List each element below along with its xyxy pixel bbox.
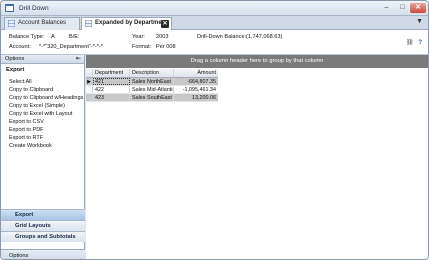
- grid-header: Department Description Amount: [86, 69, 218, 78]
- nav-grid-layouts[interactable]: Grid Layouts: [1, 220, 85, 231]
- tab-label: Expanded by Department: [95, 20, 168, 26]
- row-indicator-icon: ▶: [86, 78, 93, 85]
- tab-expanded-by-department[interactable]: Expanded by Department ✕: [81, 17, 172, 30]
- cell-department[interactable]: 421: [93, 78, 130, 85]
- option-copy-to-clipboard-headings[interactable]: Copy to Clipboard w/Headings: [9, 94, 84, 102]
- table-row[interactable]: 422 Sales Mid-Atlantic -1,095,461.34: [86, 86, 218, 94]
- drill-down-window: Drill Down – □ ✕ Account Balances Expand…: [0, 0, 429, 260]
- tab-menu-chevron-icon[interactable]: ▼: [416, 18, 423, 25]
- minimize-button[interactable]: –: [379, 3, 394, 13]
- window-title: Drill Down: [19, 5, 49, 12]
- pin-icon[interactable]: ⇤: [76, 55, 81, 64]
- grid-icon: [8, 20, 15, 27]
- options-panel: Options ⇤ Export Select All Copy to Clip…: [1, 55, 85, 259]
- format-label: Format:: [132, 44, 152, 50]
- option-export-csv[interactable]: Export to CSV: [9, 118, 84, 126]
- data-grid: Department Description Amount ▶ 421 Sale…: [86, 69, 218, 102]
- app-icon: [5, 4, 14, 12]
- option-create-workbook[interactable]: Create Workbook: [9, 142, 84, 150]
- options-header-label: Options: [5, 56, 25, 62]
- column-header-department[interactable]: Department: [93, 69, 130, 77]
- nav-export[interactable]: Export: [1, 209, 85, 220]
- drill-down-balance-value: (1,747,068.63): [246, 34, 283, 40]
- help-icon[interactable]: ?: [418, 40, 422, 46]
- account-value: *-*"320_Department"-*-*-*: [39, 44, 103, 50]
- table-row[interactable]: ▶ 421 Sales NorthEast -664,807.35: [86, 78, 218, 86]
- option-copy-to-clipboard[interactable]: Copy to Clipboard: [9, 86, 84, 94]
- balance-type-label: Balance Type:: [9, 34, 45, 40]
- cell-description[interactable]: Sales NorthEast: [130, 78, 174, 85]
- info-tools: ⛓ ?: [406, 39, 422, 46]
- drill-down-balance-label: Drill-Down Balance:: [197, 34, 247, 40]
- title-bar[interactable]: Drill Down – □ ✕: [1, 1, 428, 16]
- cell-description[interactable]: Sales Mid-Atlantic: [130, 86, 174, 93]
- option-select-all[interactable]: Select All: [9, 78, 84, 86]
- group-by-bar[interactable]: Drag a column header here to group by th…: [86, 55, 428, 68]
- export-options-list: Select All Copy to Clipboard Copy to Cli…: [1, 78, 84, 150]
- tab-bar: Account Balances Expanded by Department …: [1, 16, 428, 30]
- balance-type-value: A: [51, 34, 55, 40]
- row-indicator-header: [86, 69, 93, 77]
- cell-amount[interactable]: 13,200.06: [174, 94, 218, 101]
- column-header-description[interactable]: Description: [130, 69, 174, 77]
- cell-department[interactable]: 422: [93, 86, 130, 93]
- year-label: Year:: [132, 34, 145, 40]
- be-label: B/E:: [69, 34, 80, 40]
- close-tab-icon[interactable]: ✕: [161, 20, 169, 28]
- options-panel-header: Options ⇤: [1, 55, 84, 64]
- options-bottom-tab[interactable]: Options: [1, 249, 85, 259]
- options-nav: Export Grid Layouts Groups and Subtotals: [1, 209, 85, 242]
- cell-department[interactable]: 423: [93, 94, 130, 101]
- option-export-pdf[interactable]: Export to PDF: [9, 126, 84, 134]
- account-label: Account:: [9, 44, 31, 50]
- nav-groups-subtotals[interactable]: Groups and Subtotals: [1, 231, 85, 242]
- info-bar: Balance Type: A B/E: Year: 2003 Drill-Do…: [1, 30, 428, 55]
- year-value: 2003: [156, 34, 169, 40]
- option-copy-to-excel-simple[interactable]: Copy to Excel (Simple): [9, 102, 84, 110]
- tab-account-balances[interactable]: Account Balances: [4, 17, 80, 30]
- cell-amount[interactable]: -1,095,461.34: [174, 86, 218, 93]
- cell-amount[interactable]: -664,807.35: [174, 78, 218, 85]
- close-window-button[interactable]: ✕: [410, 3, 426, 13]
- row-indicator-icon: [86, 94, 93, 101]
- export-section-title: Export: [6, 67, 25, 73]
- cell-description[interactable]: Sales SouthEast: [130, 94, 174, 101]
- column-header-amount[interactable]: Amount: [174, 69, 218, 77]
- format-value: Per 008: [156, 44, 176, 50]
- table-row[interactable]: 423 Sales SouthEast 13,200.06: [86, 94, 218, 102]
- link-icon[interactable]: ⛓: [406, 40, 414, 46]
- grid-icon: [85, 20, 92, 27]
- option-export-rtf[interactable]: Export to RTF: [9, 134, 84, 142]
- grid-area: Drag a column header here to group by th…: [86, 55, 428, 259]
- row-indicator-icon: [86, 86, 93, 93]
- maximize-button[interactable]: □: [395, 3, 410, 13]
- option-copy-to-excel-layout[interactable]: Copy to Excel with Layout: [9, 110, 84, 118]
- tab-label: Account Balances: [18, 20, 67, 26]
